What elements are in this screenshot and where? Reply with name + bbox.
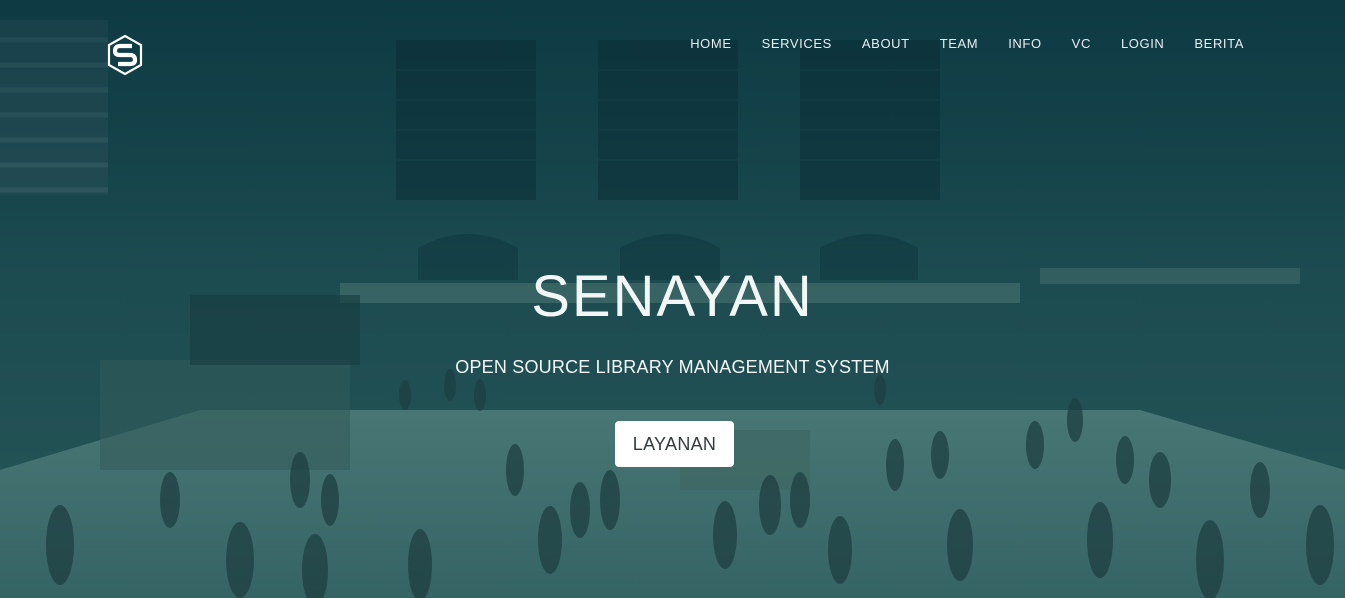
nav-item-home[interactable]: HOME bbox=[690, 36, 731, 52]
senayan-logo-icon[interactable] bbox=[107, 34, 143, 76]
nav-item-about[interactable]: ABOUT bbox=[862, 36, 910, 52]
nav-item-berita[interactable]: BERITA bbox=[1194, 36, 1244, 52]
nav-item-info[interactable]: INFO bbox=[1008, 36, 1041, 52]
hero-section: HOME SERVICES ABOUT TEAM INFO VC LOGIN B… bbox=[0, 0, 1345, 598]
hero-subtitle: OPEN SOURCE LIBRARY MANAGEMENT SYSTEM bbox=[455, 357, 890, 377]
main-nav: HOME SERVICES ABOUT TEAM INFO VC LOGIN B… bbox=[660, 36, 1244, 52]
nav-item-vc[interactable]: VC bbox=[1072, 36, 1091, 52]
layanan-button[interactable]: LAYANAN bbox=[615, 421, 734, 467]
nav-item-services[interactable]: SERVICES bbox=[762, 36, 832, 52]
nav-item-team[interactable]: TEAM bbox=[940, 36, 979, 52]
hero-title: SENAYAN bbox=[531, 264, 814, 329]
nav-item-login[interactable]: LOGIN bbox=[1121, 36, 1164, 52]
